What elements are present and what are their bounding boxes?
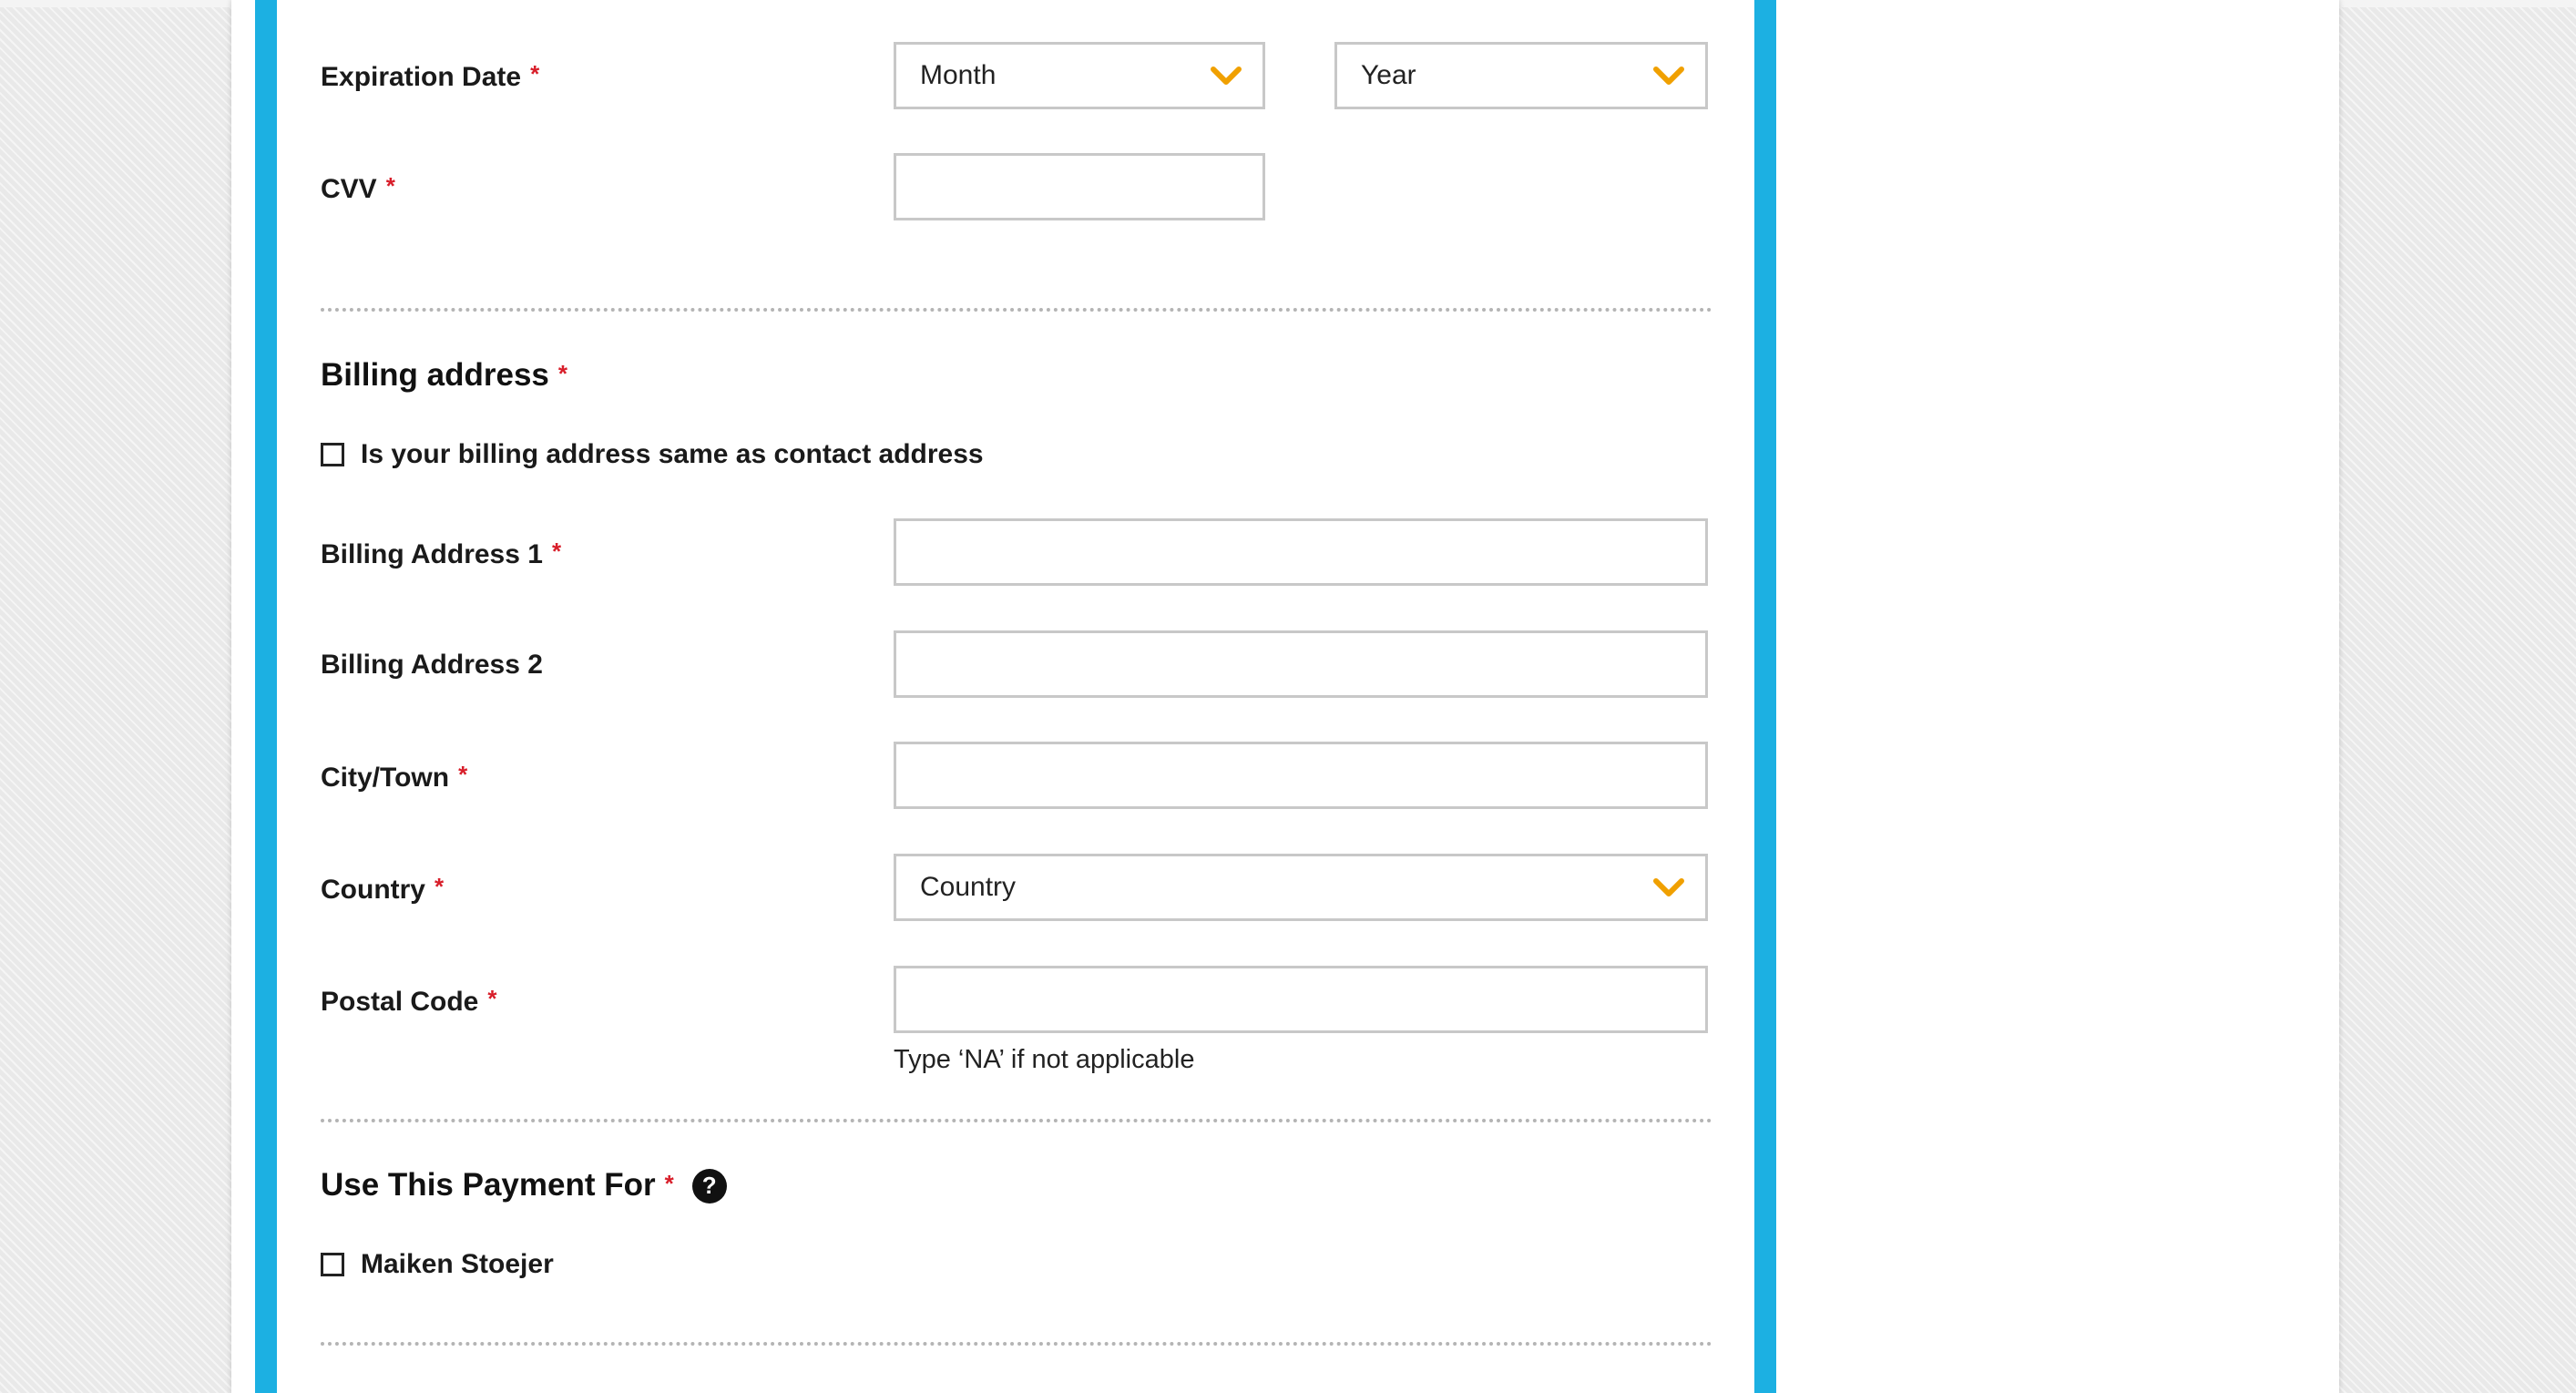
same-as-contact-checkbox-row[interactable]: Is your billing address same as contact … <box>321 439 984 470</box>
required-marker: * <box>458 761 468 788</box>
billing-address-1-input[interactable] <box>894 518 1708 586</box>
country-label-text: Country <box>321 875 425 905</box>
required-marker: * <box>487 985 497 1012</box>
country-label: Country * <box>321 873 444 906</box>
expiration-date-label: Expiration Date * <box>321 60 539 93</box>
cvv-label: CVV * <box>321 172 395 205</box>
expiration-year-value: Year <box>1361 60 1416 90</box>
required-marker: * <box>530 60 540 87</box>
same-as-contact-checkbox[interactable] <box>321 443 344 466</box>
chevron-down-icon <box>1211 67 1242 85</box>
required-marker: * <box>664 1170 674 1197</box>
city-town-input[interactable] <box>894 742 1708 809</box>
chevron-down-icon <box>1653 67 1684 85</box>
required-marker: * <box>551 538 562 565</box>
section-divider <box>321 1119 1712 1122</box>
cvv-label-text: CVV <box>321 174 377 204</box>
city-town-label-text: City/Town <box>321 763 450 793</box>
billing-address-1-label-text: Billing Address 1 <box>321 539 543 569</box>
city-town-label: City/Town * <box>321 761 467 794</box>
postal-code-hint: Type ‘NA’ if not applicable <box>894 1045 1195 1074</box>
same-as-contact-label: Is your billing address same as contact … <box>361 439 984 469</box>
billing-address-2-label-text: Billing Address 2 <box>321 650 543 680</box>
section-divider <box>321 308 1712 312</box>
country-select[interactable]: Country <box>894 854 1708 921</box>
billing-address-title: Billing address * <box>321 357 567 394</box>
billing-address-2-label: Billing Address 2 <box>321 650 543 681</box>
required-marker: * <box>557 360 568 387</box>
required-marker: * <box>434 873 445 900</box>
use-payment-option-checkbox[interactable] <box>321 1253 344 1276</box>
expiration-month-value: Month <box>920 60 997 90</box>
help-icon[interactable]: ? <box>691 1168 727 1204</box>
expiration-year-select[interactable]: Year <box>1334 42 1708 109</box>
expiration-date-label-text: Expiration Date <box>321 62 522 92</box>
postal-code-label-text: Postal Code <box>321 987 479 1017</box>
expiration-month-select[interactable]: Month <box>894 42 1265 109</box>
use-payment-option-label: Maiken Stoejer <box>361 1249 554 1279</box>
postal-code-input[interactable] <box>894 966 1708 1033</box>
postal-code-label: Postal Code * <box>321 985 497 1018</box>
country-select-value: Country <box>920 872 1017 902</box>
cvv-input[interactable] <box>894 153 1265 220</box>
use-payment-for-title: Use This Payment For *? <box>321 1167 727 1204</box>
required-marker: * <box>385 172 395 200</box>
use-payment-for-title-text: Use This Payment For <box>321 1167 656 1203</box>
billing-address-1-label: Billing Address 1 * <box>321 538 561 570</box>
use-payment-option-row[interactable]: Maiken Stoejer <box>321 1249 554 1280</box>
billing-address-title-text: Billing address <box>321 357 549 393</box>
section-divider <box>321 1342 1712 1346</box>
chevron-down-icon <box>1653 878 1684 896</box>
billing-address-2-input[interactable] <box>894 630 1708 698</box>
